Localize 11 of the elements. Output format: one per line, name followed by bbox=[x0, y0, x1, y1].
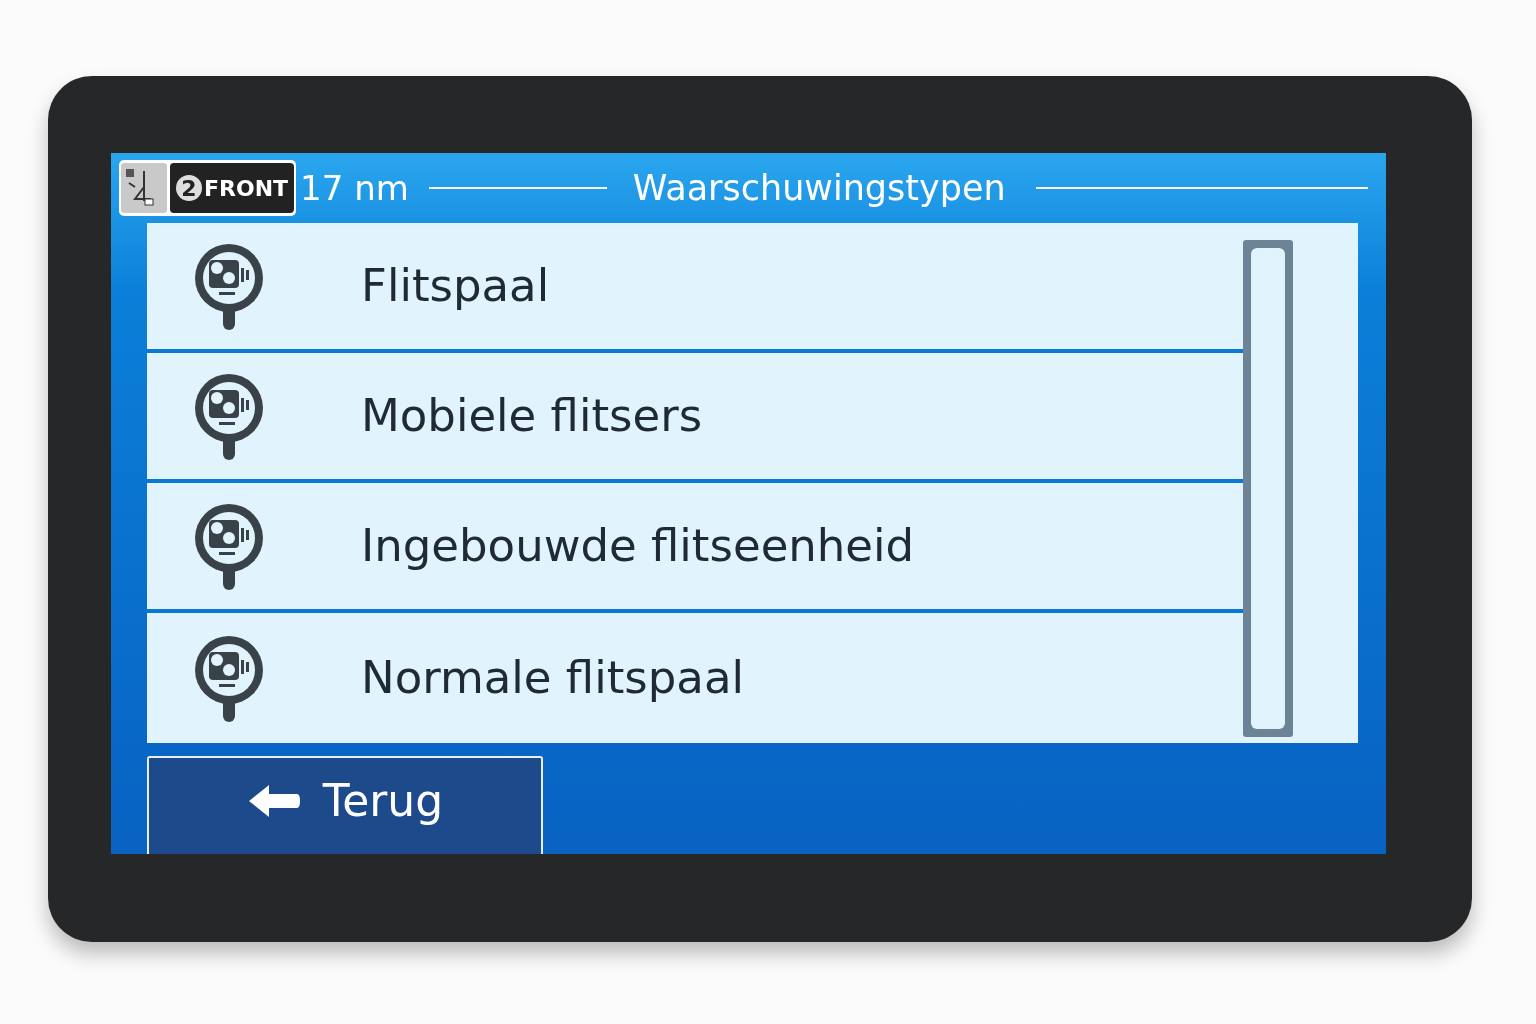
distance-text: 17 nm bbox=[300, 166, 409, 210]
back-button[interactable]: Terug bbox=[147, 756, 543, 854]
scrollbar[interactable] bbox=[1243, 240, 1293, 738]
list-item[interactable]: Normale flitspaal bbox=[147, 613, 1243, 744]
logo-text: FRONT bbox=[204, 174, 289, 203]
list-item[interactable]: Flitspaal bbox=[147, 223, 1243, 354]
logo-number: 2 bbox=[176, 175, 202, 202]
screen-title: Waarschuwingstypen bbox=[632, 166, 1006, 210]
list-item[interactable]: Mobiele flitsers bbox=[147, 353, 1243, 484]
scrollbar-thumb[interactable] bbox=[1251, 248, 1285, 730]
list-item[interactable]: Ingebouwde flitseenheid bbox=[147, 483, 1243, 614]
